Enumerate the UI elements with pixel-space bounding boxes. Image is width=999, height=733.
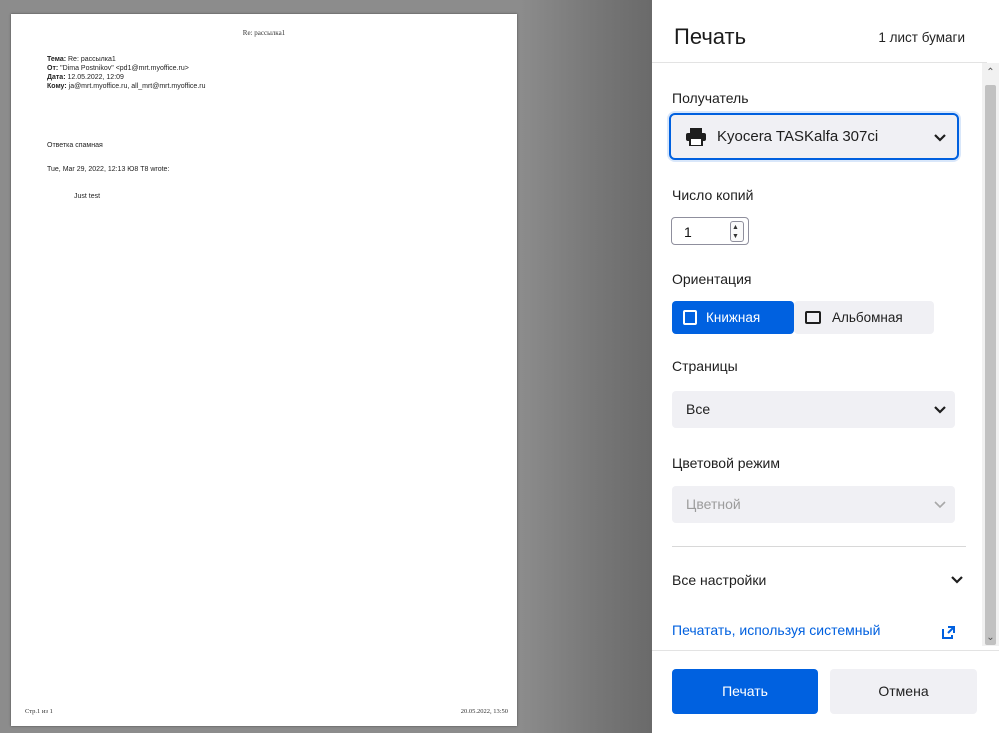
printer-icon bbox=[686, 128, 706, 146]
page-footer-left: Стр.1 из 1 bbox=[25, 708, 53, 715]
preview-page: Re: рассылка1 Тема: Re: рассылка1 От: "D… bbox=[11, 14, 517, 726]
more-settings-label: Все настройки bbox=[672, 572, 767, 588]
chevron-down-icon bbox=[934, 134, 946, 142]
color-mode-value: Цветной bbox=[686, 496, 741, 512]
page-header-title: Re: рассылка1 bbox=[242, 29, 286, 37]
chevron-down-icon bbox=[934, 501, 946, 509]
orientation-portrait-label: Книжная bbox=[706, 310, 761, 325]
section-divider bbox=[672, 546, 966, 547]
pages-value: Все bbox=[686, 401, 711, 417]
header-divider bbox=[652, 62, 987, 63]
pages-select[interactable]: Все bbox=[672, 391, 955, 428]
meta-date: Дата: 12.05.2022, 12:09 bbox=[47, 74, 124, 81]
more-settings-toggle[interactable]: Все настройки bbox=[672, 562, 963, 596]
color-mode-select[interactable]: Цветной bbox=[672, 486, 955, 523]
sheet-count: 1 лист бумаги bbox=[878, 30, 965, 45]
meta-subject: Тема: Re: рассылка1 bbox=[47, 56, 116, 63]
chevron-down-icon bbox=[951, 576, 963, 584]
meta-to: Кому: ja@mrt.myoffice.ru, all_mrt@mrt.my… bbox=[47, 83, 206, 90]
system-dialog-link[interactable]: Печатать, используя системный bbox=[672, 622, 880, 638]
print-preview-area: Re: рассылка1 Тема: Re: рассылка1 От: "D… bbox=[0, 0, 652, 733]
meta-from: От: "Dima Postnikov" <pd1@mrt.myoffice.r… bbox=[47, 65, 189, 72]
email-quote-header: Tue, Mar 29, 2022, 12:13 Ю8 T8 wrote: bbox=[47, 166, 170, 173]
orientation-portrait-button[interactable]: Книжная bbox=[672, 301, 794, 334]
print-button[interactable]: Печать bbox=[672, 669, 818, 714]
scroll-down-icon[interactable]: ⌄ bbox=[982, 630, 999, 646]
dialog-title: Печать bbox=[674, 24, 747, 49]
footer-divider bbox=[652, 650, 999, 651]
copies-value: 1 bbox=[684, 224, 692, 240]
email-body-line: Ответка спамная bbox=[47, 142, 103, 149]
open-in-new-icon[interactable] bbox=[941, 625, 956, 640]
portrait-page-icon bbox=[683, 310, 697, 325]
email-quote-text: Just test bbox=[74, 193, 101, 200]
orientation-landscape-label: Альбомная bbox=[832, 310, 903, 325]
chevron-down-icon bbox=[934, 406, 946, 414]
cancel-button[interactable]: Отмена bbox=[830, 669, 977, 714]
printer-name: Kyocera TASKalfa 307ci bbox=[717, 128, 879, 145]
copies-label: Число копий bbox=[672, 187, 754, 203]
landscape-page-icon bbox=[805, 311, 821, 324]
printer-select[interactable]: Kyocera TASKalfa 307ci bbox=[669, 113, 959, 160]
spin-down-icon[interactable]: ▼ bbox=[732, 233, 739, 240]
page-footer-right: 20.05.2022, 13:50 bbox=[460, 708, 508, 715]
print-settings-panel: Печать 1 лист бумаги Получатель Kyocera … bbox=[652, 0, 999, 733]
destination-label: Получатель bbox=[672, 90, 749, 106]
spin-up-icon[interactable]: ▲ bbox=[732, 224, 739, 231]
scrollbar-thumb[interactable] bbox=[985, 85, 996, 645]
copies-stepper[interactable]: 1 ▲ ▼ bbox=[671, 217, 749, 245]
orientation-landscape-button[interactable]: Альбомная bbox=[794, 301, 934, 334]
scroll-up-icon[interactable]: ⌃ bbox=[982, 65, 999, 81]
color-mode-label: Цветовой режим bbox=[672, 455, 781, 471]
pages-label: Страницы bbox=[672, 358, 738, 374]
orientation-label: Ориентация bbox=[672, 271, 752, 287]
email-meta: Тема: Re: рассылка1 От: "Dima Postnikov"… bbox=[47, 55, 206, 91]
copies-spin-buttons[interactable]: ▲ ▼ bbox=[730, 221, 744, 242]
settings-scrollbar[interactable]: ⌃ ⌄ bbox=[982, 63, 999, 646]
